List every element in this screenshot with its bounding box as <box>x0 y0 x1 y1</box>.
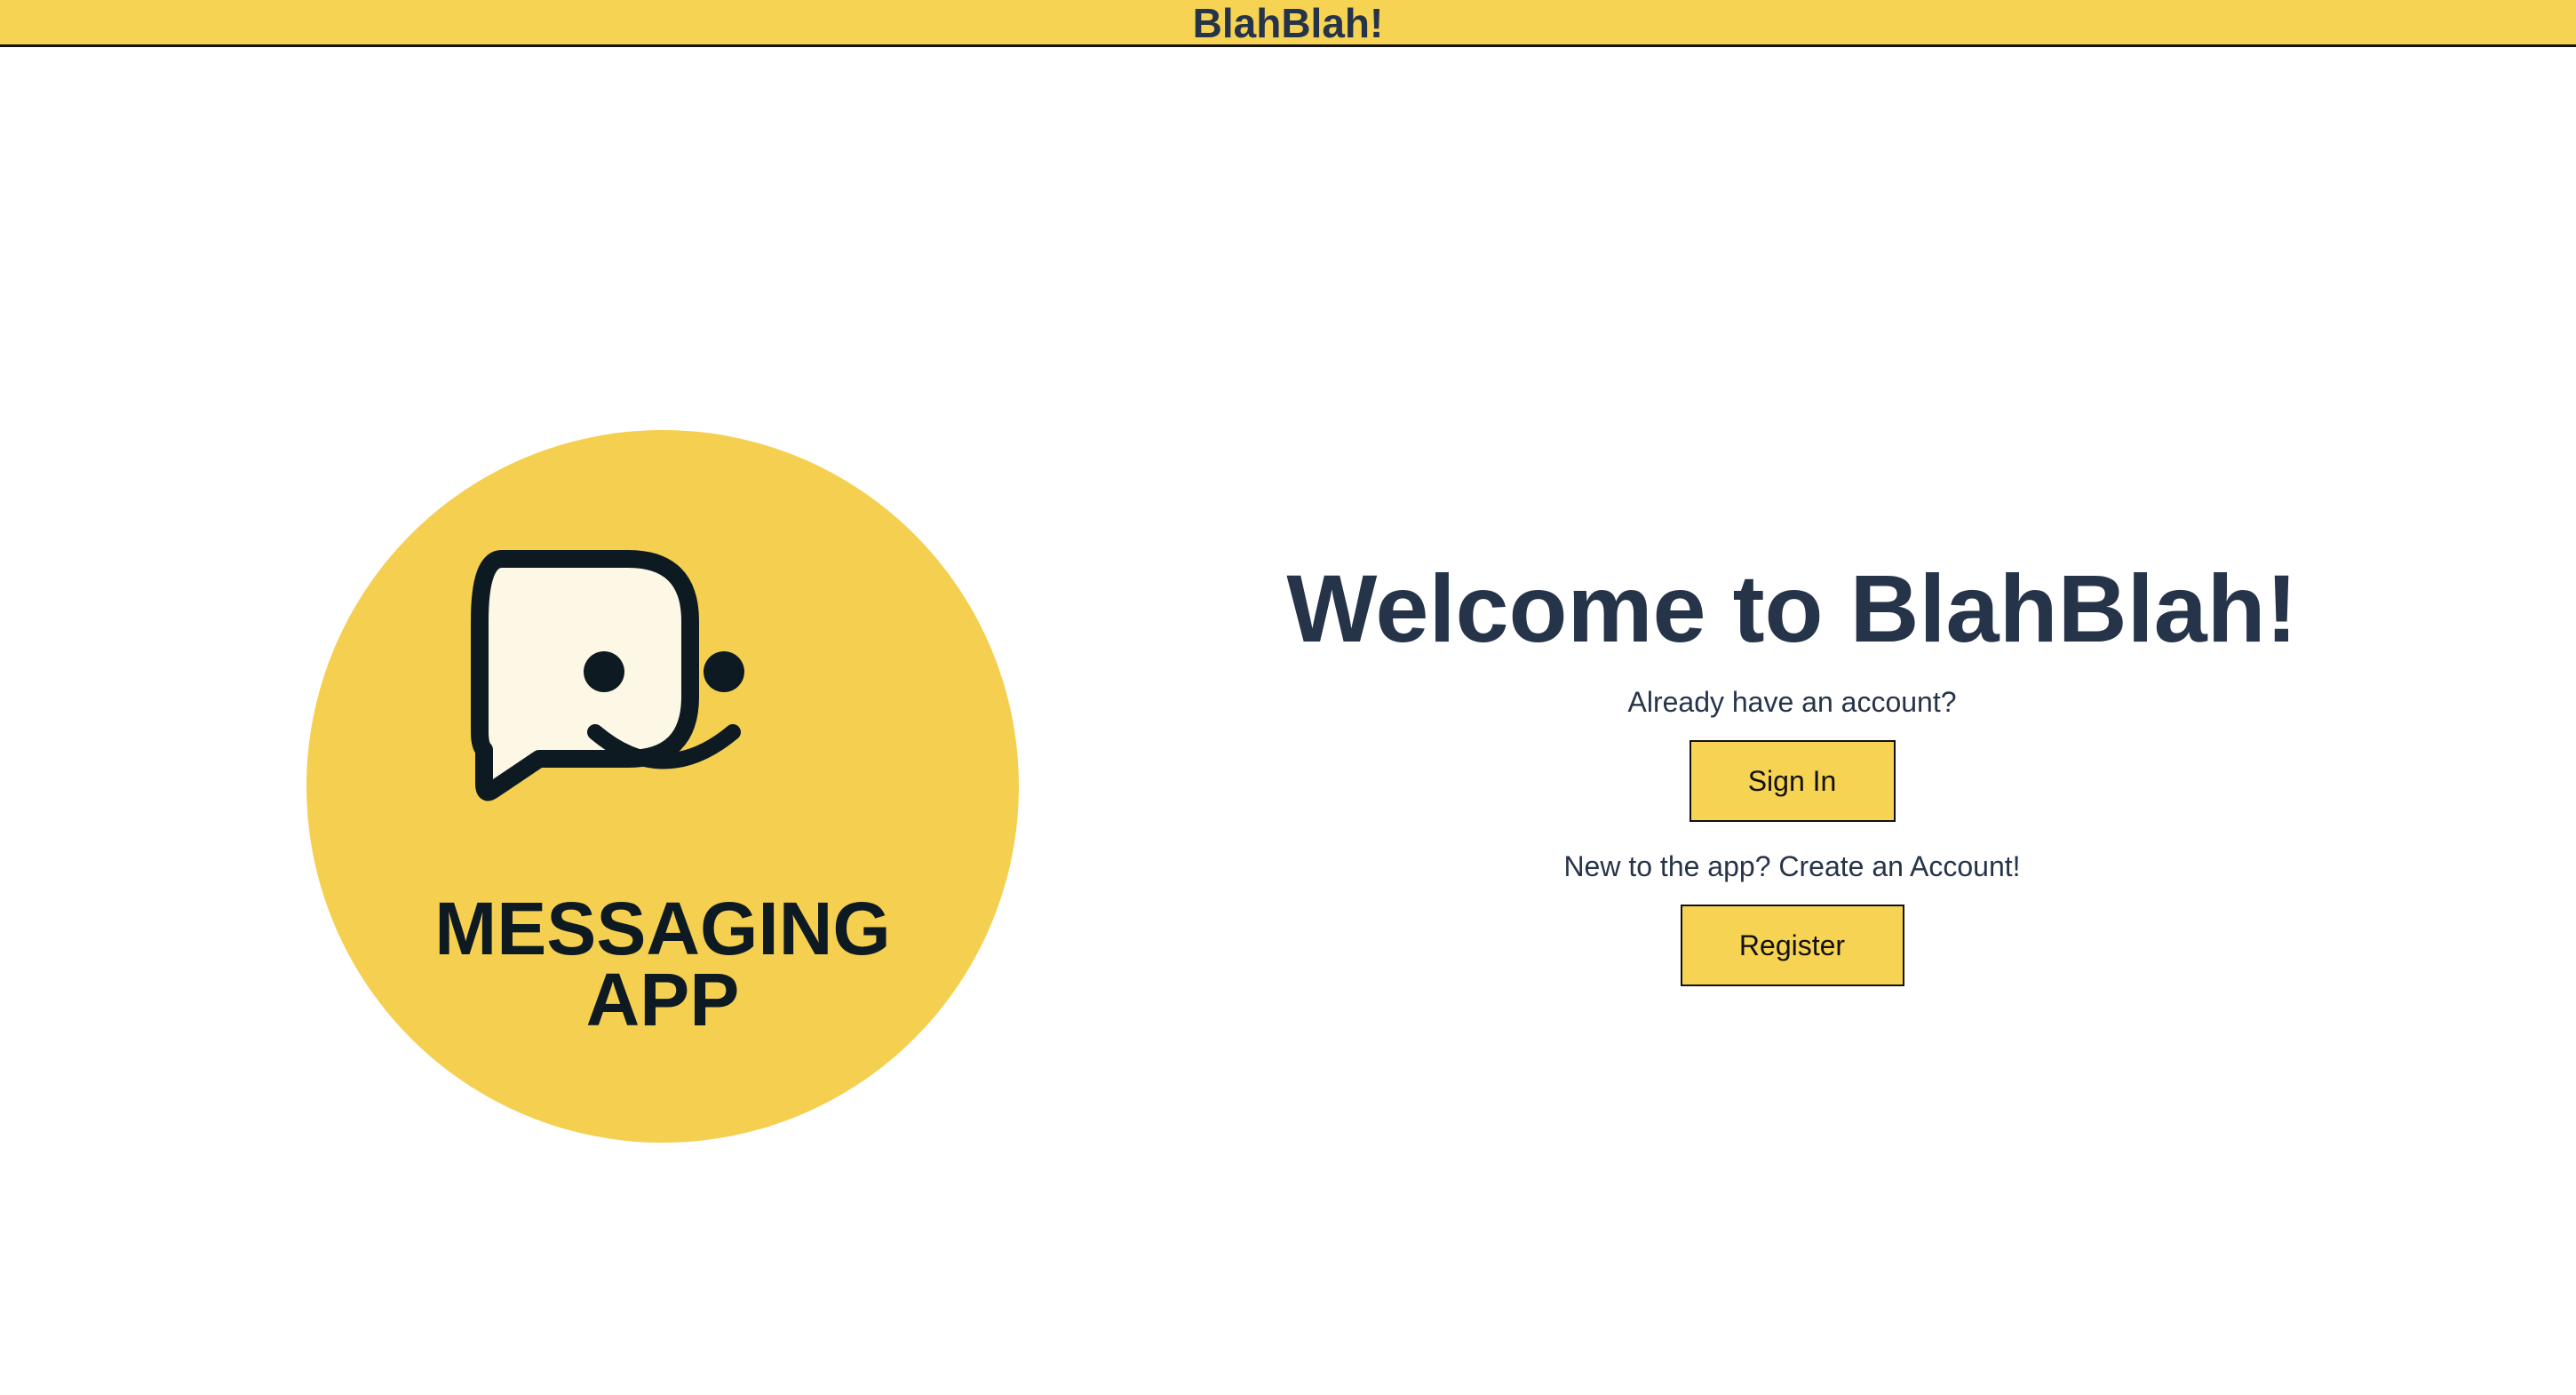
signin-prompt: Already have an account? <box>1627 686 1957 718</box>
welcome-headline: Welcome to BlahBlah! <box>1286 554 2298 662</box>
top-bar: BlahBlah! <box>0 0 2576 47</box>
register-button[interactable]: Register <box>1680 905 1904 986</box>
sign-in-button[interactable]: Sign In <box>1689 740 1896 822</box>
register-prompt: New to the app? Create an Account! <box>1563 850 2021 882</box>
logo-text-line2: APP <box>586 958 740 1041</box>
welcome-panel: Welcome to BlahBlah! Already have an acc… <box>1110 533 2474 986</box>
messaging-app-logo: MESSAGING APP <box>306 430 1019 1143</box>
app-title: BlahBlah! <box>1192 0 1384 46</box>
